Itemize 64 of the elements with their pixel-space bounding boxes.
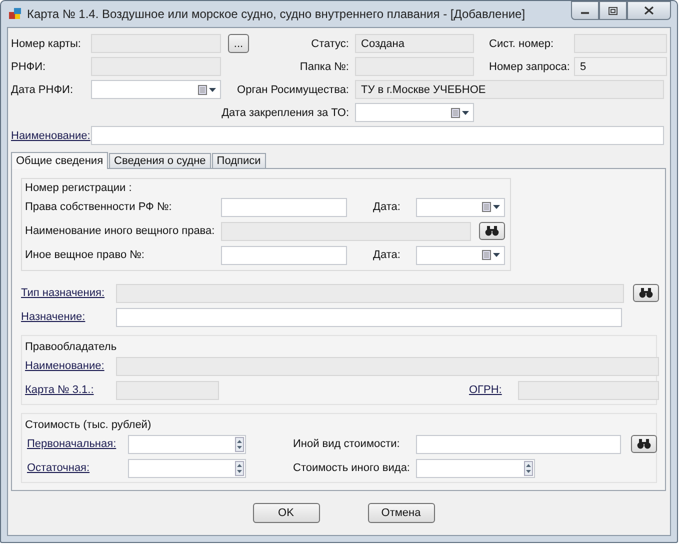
field-link[interactable]: Назначение: (21, 311, 116, 323)
close-icon (644, 6, 654, 15)
calendar-icon (482, 202, 491, 212)
spin-icon (235, 460, 244, 476)
cancel-button[interactable]: Отмена (368, 503, 434, 523)
field-label: Права собственности РФ №: (25, 201, 173, 213)
ok-button[interactable]: OK (252, 503, 320, 523)
caret-icon (209, 88, 216, 92)
number-field[interactable] (128, 458, 246, 478)
spin-icon (235, 436, 244, 452)
number-field[interactable] (416, 458, 535, 478)
field-link[interactable]: Наименование: (11, 130, 91, 142)
text-field[interactable] (91, 126, 664, 145)
search-button[interactable] (631, 435, 657, 453)
field-label: Наименование иного вещного права: (25, 225, 216, 237)
date-field[interactable] (416, 198, 505, 216)
caret-icon (462, 110, 469, 114)
field-label: Орган Росимущества: (236, 84, 349, 96)
number-field[interactable] (128, 434, 246, 454)
text-field[interactable] (221, 246, 347, 264)
tab[interactable]: Общие сведения (11, 152, 108, 169)
field-label: РНФИ: (11, 60, 47, 72)
group-title: Правообладатель (25, 340, 117, 354)
binoculars-icon (637, 439, 651, 449)
field-label: Дата РНФИ: (11, 84, 74, 96)
close-button[interactable] (627, 1, 671, 20)
field-label: Иной вид стоимости: (293, 438, 401, 450)
caret-icon (493, 253, 500, 257)
field-label: Номер карты: (11, 38, 82, 50)
field-label: Номер запроса: (489, 60, 571, 72)
field-label: Сист. номер: (489, 38, 555, 50)
field-label: Дата закрепления за ТО: (220, 106, 349, 118)
date-field[interactable] (355, 103, 474, 122)
minimize-button[interactable] (571, 1, 599, 20)
binoculars-icon (639, 288, 653, 298)
binoculars-icon (485, 226, 499, 236)
spin-icon (524, 460, 533, 476)
group-title: Стоимость (тыс. рублей) (25, 418, 152, 432)
date-field[interactable] (91, 80, 221, 99)
field-label: Статус: (310, 38, 349, 50)
calendar-icon (482, 250, 491, 260)
text-field[interactable] (221, 198, 347, 216)
text-field[interactable] (116, 308, 622, 326)
text-field[interactable] (416, 434, 621, 454)
maximize-button[interactable] (599, 1, 627, 20)
app-icon (9, 8, 21, 20)
group-title: Номер регистрации : (25, 181, 132, 195)
field-link[interactable]: Остаточная: (27, 462, 128, 474)
calendar-icon (198, 84, 207, 94)
search-button[interactable] (479, 222, 505, 240)
field-label: Стоимость иного вида: (293, 462, 411, 474)
tab[interactable]: Подписи (212, 153, 266, 168)
field-label: Дата: (373, 249, 402, 261)
search-button[interactable] (633, 284, 659, 302)
window-title: Карта № 1.4. Воздушное или морское судно, судно внутреннего плавания - [Добавление] (27, 7, 526, 21)
tab[interactable]: Сведения о судне (109, 153, 211, 168)
calendar-icon (451, 108, 460, 118)
caret-icon (493, 205, 500, 209)
field-label: Дата: (373, 201, 402, 213)
field-label: Папка №: (298, 60, 349, 72)
field-link[interactable]: Первоначальная: (27, 438, 128, 450)
date-field[interactable] (416, 246, 505, 264)
maximize-icon (608, 6, 618, 14)
field-label: Иное вещное право №: (25, 249, 146, 261)
